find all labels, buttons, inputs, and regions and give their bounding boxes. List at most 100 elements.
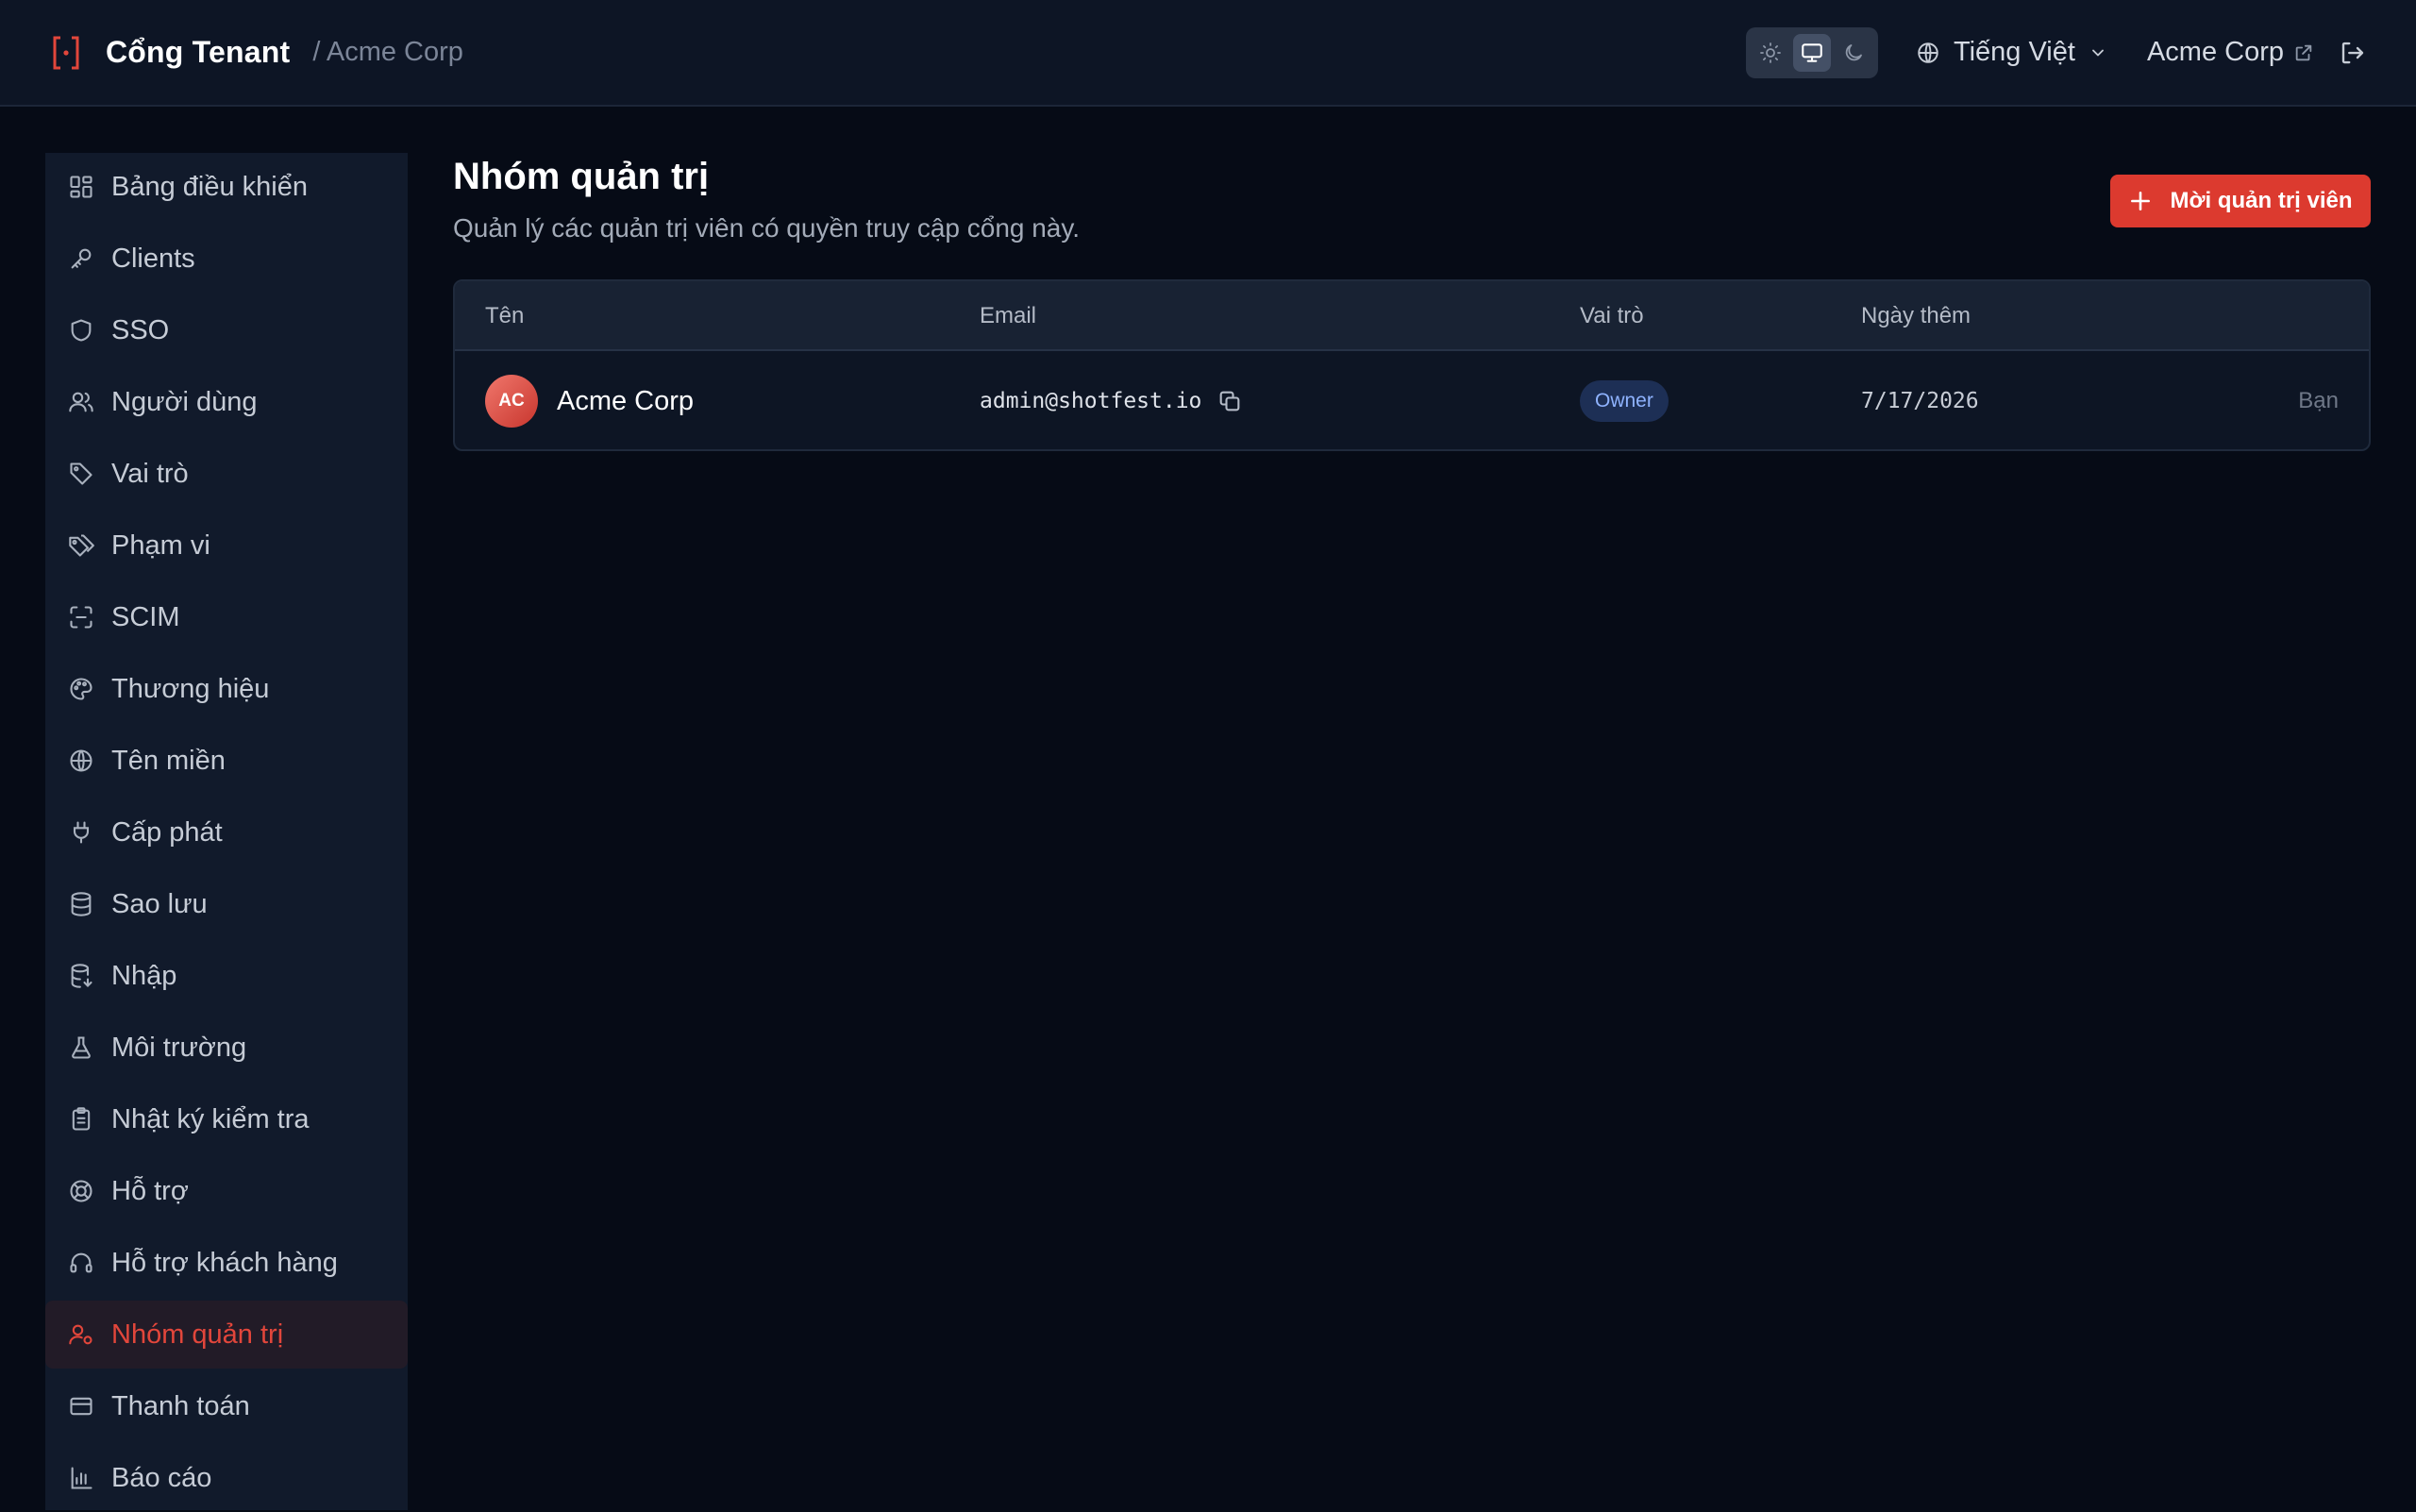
sidebar-item-audit-log[interactable]: Nhật ký kiểm tra: [45, 1085, 408, 1153]
sidebar-item-roles[interactable]: Vai trò: [45, 440, 408, 508]
breadcrumb: / Acme Corp: [312, 37, 463, 67]
shield-icon: [66, 315, 96, 345]
sidebar-item-label: Hỗ trợ khách hàng: [111, 1247, 338, 1278]
sidebar-item-label: Bảng điều khiển: [111, 171, 308, 202]
sidebar-item-sso[interactable]: SSO: [45, 296, 408, 364]
avatar-initials: AC: [498, 391, 525, 411]
column-header-email: Email: [980, 303, 1037, 328]
theme-switcher: [1745, 26, 1878, 78]
sidebar-item-label: Thương hiệu: [111, 673, 270, 704]
avatar: AC: [485, 375, 538, 428]
globe-icon: [1918, 42, 1938, 63]
database-icon: [66, 889, 96, 919]
sidebar-item-backup[interactable]: Sao lưu: [45, 870, 408, 938]
external-link-icon: [2295, 44, 2312, 60]
sun-icon: [1760, 42, 1781, 63]
logo-icon: [49, 32, 83, 74]
theme-system-button[interactable]: [1792, 33, 1831, 72]
tenant-link-label: Acme Corp: [2146, 37, 2284, 67]
sidebar-item-label: Hỗ trợ: [111, 1175, 189, 1206]
page-subtitle: Quản lý các quản trị viên có quyền truy …: [453, 213, 1081, 243]
sidebar-item-domains[interactable]: Tên miền: [45, 727, 408, 795]
top-bar: Cổng Tenant / Acme Corp Tiếng Việt Acme …: [0, 0, 2416, 107]
logout-icon: [2341, 42, 2364, 63]
sidebar-item-admin-team[interactable]: Nhóm quản trị: [45, 1301, 408, 1369]
sidebar-item-label: Vai trò: [111, 458, 189, 489]
theme-dark-button[interactable]: [1835, 34, 1872, 72]
brand-title[interactable]: Cổng Tenant: [106, 35, 290, 70]
sidebar-item-billing[interactable]: Thanh toán: [45, 1372, 408, 1440]
sidebar-item-label: Báo cáo: [111, 1462, 212, 1493]
theme-light-button[interactable]: [1752, 34, 1789, 72]
sidebar-item-label: SSO: [111, 314, 170, 345]
database-import-icon: [66, 961, 96, 991]
date-cell: 7/17/2026: [1861, 351, 1979, 449]
self-indicator-cell: Bạn: [2298, 351, 2339, 449]
sidebar-item-scim[interactable]: SCIM: [45, 583, 408, 651]
sidebar-item-environments[interactable]: Môi trường: [45, 1014, 408, 1082]
page-title: Nhóm quản trị: [453, 156, 710, 197]
sidebar-item-dashboard[interactable]: Bảng điều khiển: [45, 153, 408, 221]
tag-icon: [66, 459, 96, 489]
table-header: Tên Email Vai trò Ngày thêm: [455, 281, 2369, 351]
sidebar-item-users[interactable]: Người dùng: [45, 368, 408, 436]
date-added: 7/17/2026: [1861, 389, 1979, 413]
user-cog-icon: [66, 1319, 96, 1350]
admin-name: Acme Corp: [557, 385, 695, 416]
logout-button[interactable]: [2339, 39, 2367, 67]
sidebar-item-provisioning[interactable]: Cấp phát: [45, 798, 408, 866]
sidebar-item-label: SCIM: [111, 601, 180, 632]
sidebar-item-clients[interactable]: Clients: [45, 225, 408, 293]
monitor-icon: [1802, 42, 1822, 62]
column-header-name: Tên: [485, 303, 525, 328]
invite-admin-label: Mời quản trị viên: [2170, 188, 2353, 213]
sidebar-item-label: Môi trường: [111, 1032, 247, 1063]
sidebar-item-label: Nhóm quản trị: [111, 1319, 284, 1350]
sidebar-item-label: Người dùng: [111, 386, 258, 417]
headset-icon: [66, 1248, 96, 1278]
sidebar-item-label: Sao lưu: [111, 888, 208, 919]
sidebar-item-label: Clients: [111, 243, 195, 274]
tags-icon: [66, 530, 96, 561]
sidebar-item-label: Phạm vi: [111, 529, 210, 561]
role-cell: Owner: [1580, 351, 1669, 449]
clipboard-icon: [66, 1104, 96, 1134]
role-badge: Owner: [1580, 380, 1669, 422]
sidebar-item-label: Nhật ký kiểm tra: [111, 1103, 310, 1134]
sidebar-item-label: Nhập: [111, 960, 177, 991]
name-cell: AC Acme Corp: [485, 351, 695, 449]
flask-icon: [66, 1033, 96, 1063]
sidebar: Bảng điều khiển Clients SSO Người dùng V…: [45, 153, 408, 1510]
column-header-role: Vai trò: [1580, 303, 1644, 328]
plus-icon: [2128, 189, 2153, 213]
lifebuoy-icon: [66, 1176, 96, 1206]
column-header-date-added: Ngày thêm: [1861, 303, 1971, 328]
email-cell: admin@shotfest.io: [980, 351, 1243, 449]
sidebar-item-scopes[interactable]: Phạm vi: [45, 512, 408, 580]
sidebar-item-import[interactable]: Nhập: [45, 942, 408, 1010]
admin-email: admin@shotfest.io: [980, 389, 1202, 413]
copy-email-button[interactable]: [1216, 388, 1243, 414]
copy-icon: [1220, 391, 1240, 412]
chevron-down-icon: [2092, 49, 2104, 56]
sidebar-item-support[interactable]: Hỗ trợ: [45, 1157, 408, 1225]
sidebar-item-reports[interactable]: Báo cáo: [45, 1444, 408, 1512]
tenant-external-link[interactable]: Acme Corp: [2147, 37, 2314, 68]
sidebar-item-label: Thanh toán: [111, 1390, 250, 1421]
admin-table: Tên Email Vai trò Ngày thêm AC Acme Corp…: [453, 279, 2371, 451]
key-icon: [66, 244, 96, 274]
plug-icon: [66, 817, 96, 848]
language-selector[interactable]: Tiếng Việt: [1916, 37, 2107, 68]
sidebar-item-branding[interactable]: Thương hiệu: [45, 655, 408, 723]
dashboard-icon: [66, 172, 96, 202]
table-row: AC Acme Corp admin@shotfest.io Owner 7/1…: [455, 351, 2369, 449]
globe-icon: [66, 746, 96, 776]
users-icon: [66, 387, 96, 417]
sidebar-item-label: Cấp phát: [111, 816, 223, 848]
main-content: Nhóm quản trị Quản lý các quản trị viên …: [453, 153, 2371, 451]
sidebar-item-customer-support[interactable]: Hỗ trợ khách hàng: [45, 1229, 408, 1297]
you-label: Bạn: [2298, 388, 2339, 413]
moon-icon: [1845, 43, 1862, 60]
bar-chart-icon: [66, 1463, 96, 1493]
invite-admin-button[interactable]: Mời quản trị viên: [2110, 175, 2371, 227]
